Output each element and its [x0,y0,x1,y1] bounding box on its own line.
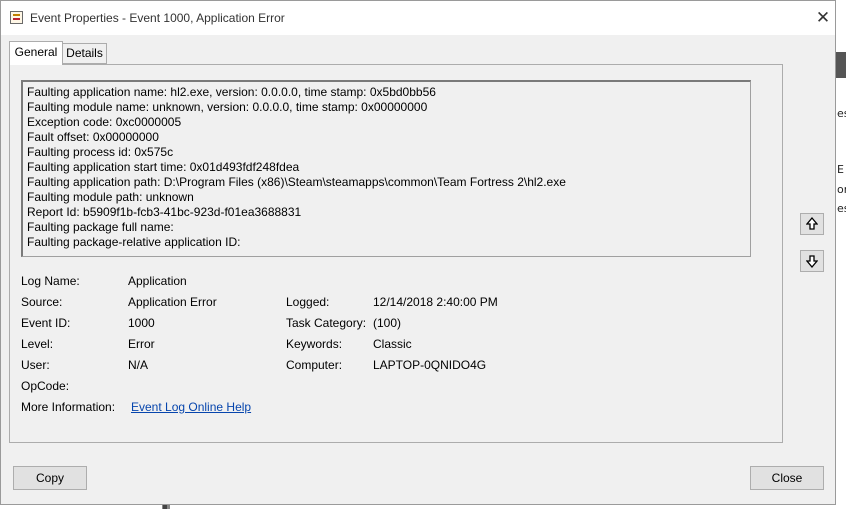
keywords-value: Classic [373,337,412,351]
window-title: Event Properties - Event 1000, Applicati… [30,11,285,25]
user-value: N/A [128,358,149,372]
description-line: Report Id: b5909f1b-fcb3-41bc-923d-f01ea… [27,205,302,219]
event-description-box[interactable]: Faulting application name: hl2.exe, vers… [21,80,751,257]
computer-label: Computer: [286,358,343,372]
description-line: Faulting application start time: 0x01d49… [27,160,300,174]
description-line: Faulting application path: D:\Program Fi… [27,175,566,189]
previous-event-button[interactable] [800,213,824,235]
description-line: Faulting process id: 0x575c [27,145,174,159]
task-category-label: Task Category: [286,316,367,330]
arrow-up-icon [806,217,818,230]
logged-label: Logged: [286,295,330,309]
task-category-value: (100) [373,316,402,330]
copy-button[interactable]: Copy [13,466,87,490]
title-bar: Event Properties - Event 1000, Applicati… [1,1,835,35]
more-information-label: More Information: [21,400,116,414]
log-name-value: Application [128,274,187,288]
tab-details[interactable]: Details [63,43,107,64]
background-text: E [837,163,844,176]
description-line: Faulting package full name: [27,220,174,234]
user-label: User: [21,358,50,372]
description-line: Exception code: 0xc0000005 [27,115,182,129]
background-toolbar [836,52,846,78]
logged-value: 12/14/2018 2:40:00 PM [373,295,498,309]
level-label: Level: [21,337,54,351]
background-text: es [837,202,846,215]
description-line: Faulting module name: unknown, version: … [27,100,428,114]
description-line: Faulting application name: hl2.exe, vers… [27,85,436,99]
next-event-button[interactable] [800,250,824,272]
computer-value: LAPTOP-0QNIDO4G [373,358,487,372]
opcode-label: OpCode: [21,379,70,393]
background-text: or [837,183,846,196]
description-line: Faulting package-relative application ID… [27,235,241,249]
event-log-online-help-link[interactable]: Event Log Online Help [131,400,251,414]
keywords-label: Keywords: [286,337,343,351]
event-id-label: Event ID: [21,316,71,330]
source-label: Source: [21,295,63,309]
background-text: es [837,107,846,120]
event-id-value: 1000 [128,316,155,330]
close-button[interactable]: Close [750,466,824,490]
close-window-button[interactable]: ✕ [813,8,833,28]
tab-general[interactable]: General [9,41,63,65]
event-viewer-icon [10,11,23,24]
log-name-label: Log Name: [21,274,80,288]
level-value: Error [128,337,155,351]
arrow-down-icon [806,255,818,268]
source-value: Application Error [128,295,217,309]
description-line: Faulting module path: unknown [27,190,194,204]
description-line: Fault offset: 0x00000000 [27,130,159,144]
